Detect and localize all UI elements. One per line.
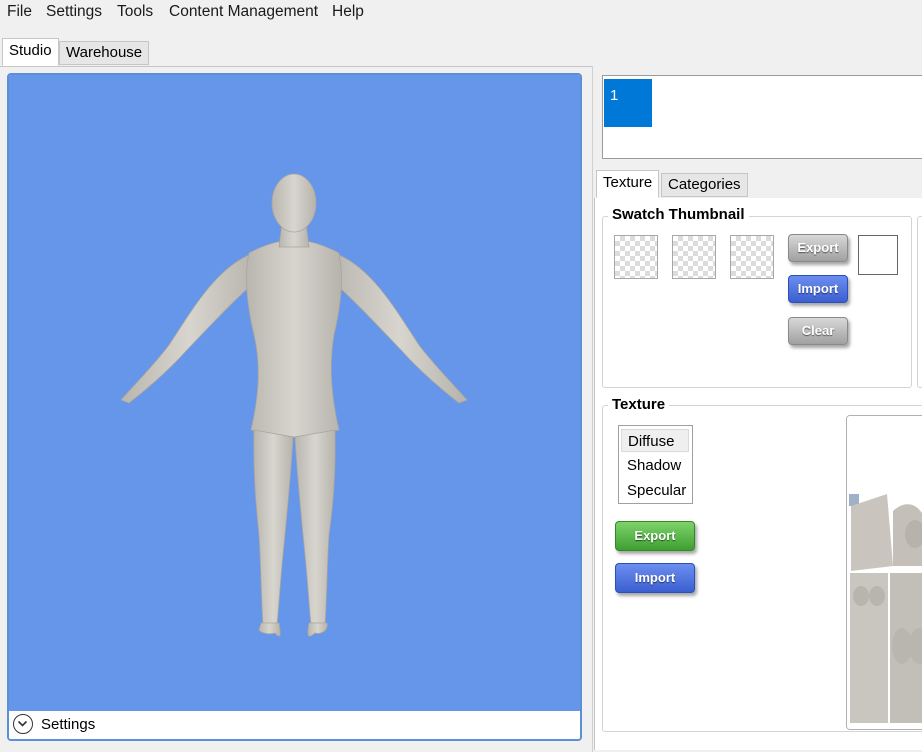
thumbnail-slot-2[interactable] [672, 235, 716, 279]
swatch-import-button[interactable]: Import [788, 275, 848, 303]
swatch-item[interactable]: 1 [604, 79, 652, 127]
sub-tab-bar: Texture Categories [594, 170, 922, 199]
swatch-thumbnail-title: Swatch Thumbnail [608, 206, 749, 223]
thumbnail-slot-3[interactable] [730, 235, 774, 279]
settings-label: Settings [41, 716, 96, 733]
thumbnail-slot-1[interactable] [614, 235, 658, 279]
menu-settings[interactable]: Settings [46, 3, 102, 21]
chevron-down-icon[interactable] [13, 714, 33, 734]
tab-warehouse[interactable]: Warehouse [59, 41, 150, 65]
right-panel: 1 Texture Categories Swatch Thumbnail Ex… [592, 66, 922, 752]
menu-tools[interactable]: Tools [117, 3, 153, 21]
thumbnail-preview [858, 235, 898, 275]
texture-preview [846, 415, 922, 730]
channel-diffuse[interactable]: Diffuse [621, 429, 689, 452]
texture-title: Texture [608, 396, 670, 413]
tab-studio[interactable]: Studio [2, 38, 59, 66]
swatch-export-button[interactable]: Export [788, 234, 848, 262]
texture-channel-list: Diffuse Shadow Specular [618, 425, 693, 504]
main-tab-bar: Studio Warehouse [0, 38, 922, 67]
menu-bar: File Settings Tools Content Management H… [0, 0, 922, 36]
swatch-clear-button[interactable]: Clear [788, 317, 848, 345]
texture-import-button[interactable]: Import [615, 563, 695, 593]
menu-help[interactable]: Help [332, 3, 364, 21]
channel-specular[interactable]: Specular [621, 479, 689, 502]
texture-export-button[interactable]: Export [615, 521, 695, 551]
studio-viewport-panel: Settings [7, 73, 582, 741]
menu-content-management[interactable]: Content Management [169, 3, 318, 21]
swatch-item-label: 1 [610, 87, 619, 104]
viewport-settings-bar[interactable]: Settings [9, 711, 580, 739]
menu-file[interactable]: File [7, 3, 32, 21]
swatch-list: 1 [602, 75, 922, 159]
channel-shadow[interactable]: Shadow [621, 454, 689, 477]
adjacent-group [917, 216, 922, 388]
texture-tab-content: Swatch Thumbnail Export Import Clear Tex… [594, 198, 922, 750]
body-model [120, 173, 468, 637]
tab-categories[interactable]: Categories [661, 173, 748, 197]
texture-map-image [847, 416, 922, 729]
tab-texture[interactable]: Texture [596, 170, 660, 198]
3d-viewport[interactable] [9, 75, 580, 711]
